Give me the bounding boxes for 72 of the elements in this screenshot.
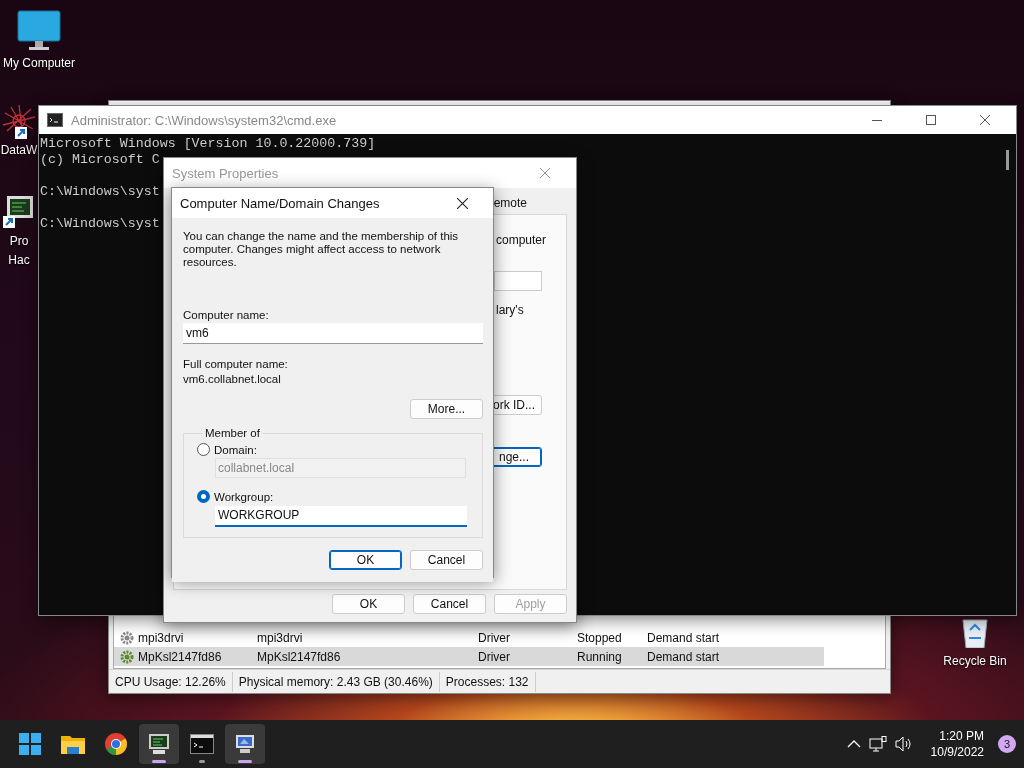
icon-label: Pro [9,234,29,249]
radio-button[interactable] [197,490,210,503]
computer-icon [233,732,257,756]
text-field[interactable]: WORKGROUP [215,505,467,527]
maximize-icon [926,115,936,125]
volume-icon[interactable] [894,736,913,752]
status-text: CPU Usage: 12.26% [109,671,233,692]
console-line: (c) Microsoft C [40,152,160,168]
terminal-icon [190,734,214,754]
table-cell: mpi3drvi [138,630,184,645]
table-cell: MpKsl2147fd86 [138,649,222,664]
recycle-bin-icon [960,616,990,648]
table-cell-text: Running [577,649,623,664]
browser-icon [105,733,127,755]
field-label: Full computer name: [183,358,289,370]
group-label: Member of [204,427,261,439]
start-icon [19,733,41,755]
close-icon [980,115,990,125]
gear-icon [120,630,134,645]
field-label: Computer name: [183,309,270,321]
table-cell-text: Driver [478,649,511,664]
folder-icon [61,734,85,754]
terminal-icon [47,113,63,127]
dialog-button[interactable]: Cancel [410,549,483,570]
description-text: You can change the name and the membership of this computer. Changes might affect access to network resources. [183,230,460,269]
notification-badge[interactable]: 3 [998,735,1016,753]
table-row[interactable]: MpKsl2147fd86 MpKsl2147fd86 Driver Running Demand start [114,647,824,666]
radio-label: Workgroup: [214,490,274,503]
radio-label: Domain: [214,443,257,456]
scrollbar-thumb [1006,150,1009,170]
close-icon [540,168,550,178]
table-cell-text: Demand start [647,630,721,645]
table-cell-text: Demand start [647,649,721,664]
icon-label: Hac [8,253,30,268]
dialog-button[interactable]: OK [329,549,402,570]
gear-icon [120,649,134,664]
running-indicator [199,760,205,763]
dialog-button[interactable]: Cancel [413,594,486,614]
console-line: C:\Windows\syst [40,184,160,200]
chevron-up-icon[interactable] [846,740,861,748]
console-line: C:\Windows\syst [40,216,160,232]
taskbar-button[interactable] [139,724,179,764]
status-text: Physical memory: 2.43 GB (30.46%) [232,671,440,692]
more-button[interactable]: More... [410,399,483,419]
full-name-text: vm6.collabnet.local [183,373,282,385]
table-cell-text: Stopped [577,630,623,645]
status-text: Processes: 132 [439,671,536,692]
table-cell-text: Driver [478,630,511,645]
icon-label: DataW [0,143,38,158]
computer-name-field[interactable]: vm6 [183,323,483,344]
radio-button[interactable] [197,443,210,456]
tab[interactable]: emote [493,196,527,214]
table-cell-text: MpKsl2147fd86 [257,649,342,664]
network-icon[interactable] [868,736,887,752]
close-icon [456,197,468,209]
panel-text: lary's [495,303,525,317]
clock[interactable]: 1:20 PM 10/9/2022 [930,728,984,760]
dialog-button[interactable]: OK [332,594,405,614]
console-line: Microsoft Windows [Version 10.0.22000.739] [40,136,376,152]
running-indicator [238,760,252,763]
icon-label: Recycle Bin [943,654,1007,669]
text-field[interactable] [494,271,542,291]
monitor-icon [147,732,171,756]
icon-label: My Computer [3,56,75,71]
table-row[interactable]: mpi3drvi mpi3drvi Driver Stopped Demand start [114,628,824,647]
table-cell-text: mpi3drvi [257,630,304,645]
running-indicator [152,760,166,763]
taskbar-button[interactable] [225,724,265,764]
minimize-icon [872,119,882,121]
window-title: Administrator: C:\Windows\system32\cmd.exe [71,112,337,128]
window-title: System Properties [172,165,279,181]
dialog-title: Computer Name/Domain Changes [180,195,380,211]
